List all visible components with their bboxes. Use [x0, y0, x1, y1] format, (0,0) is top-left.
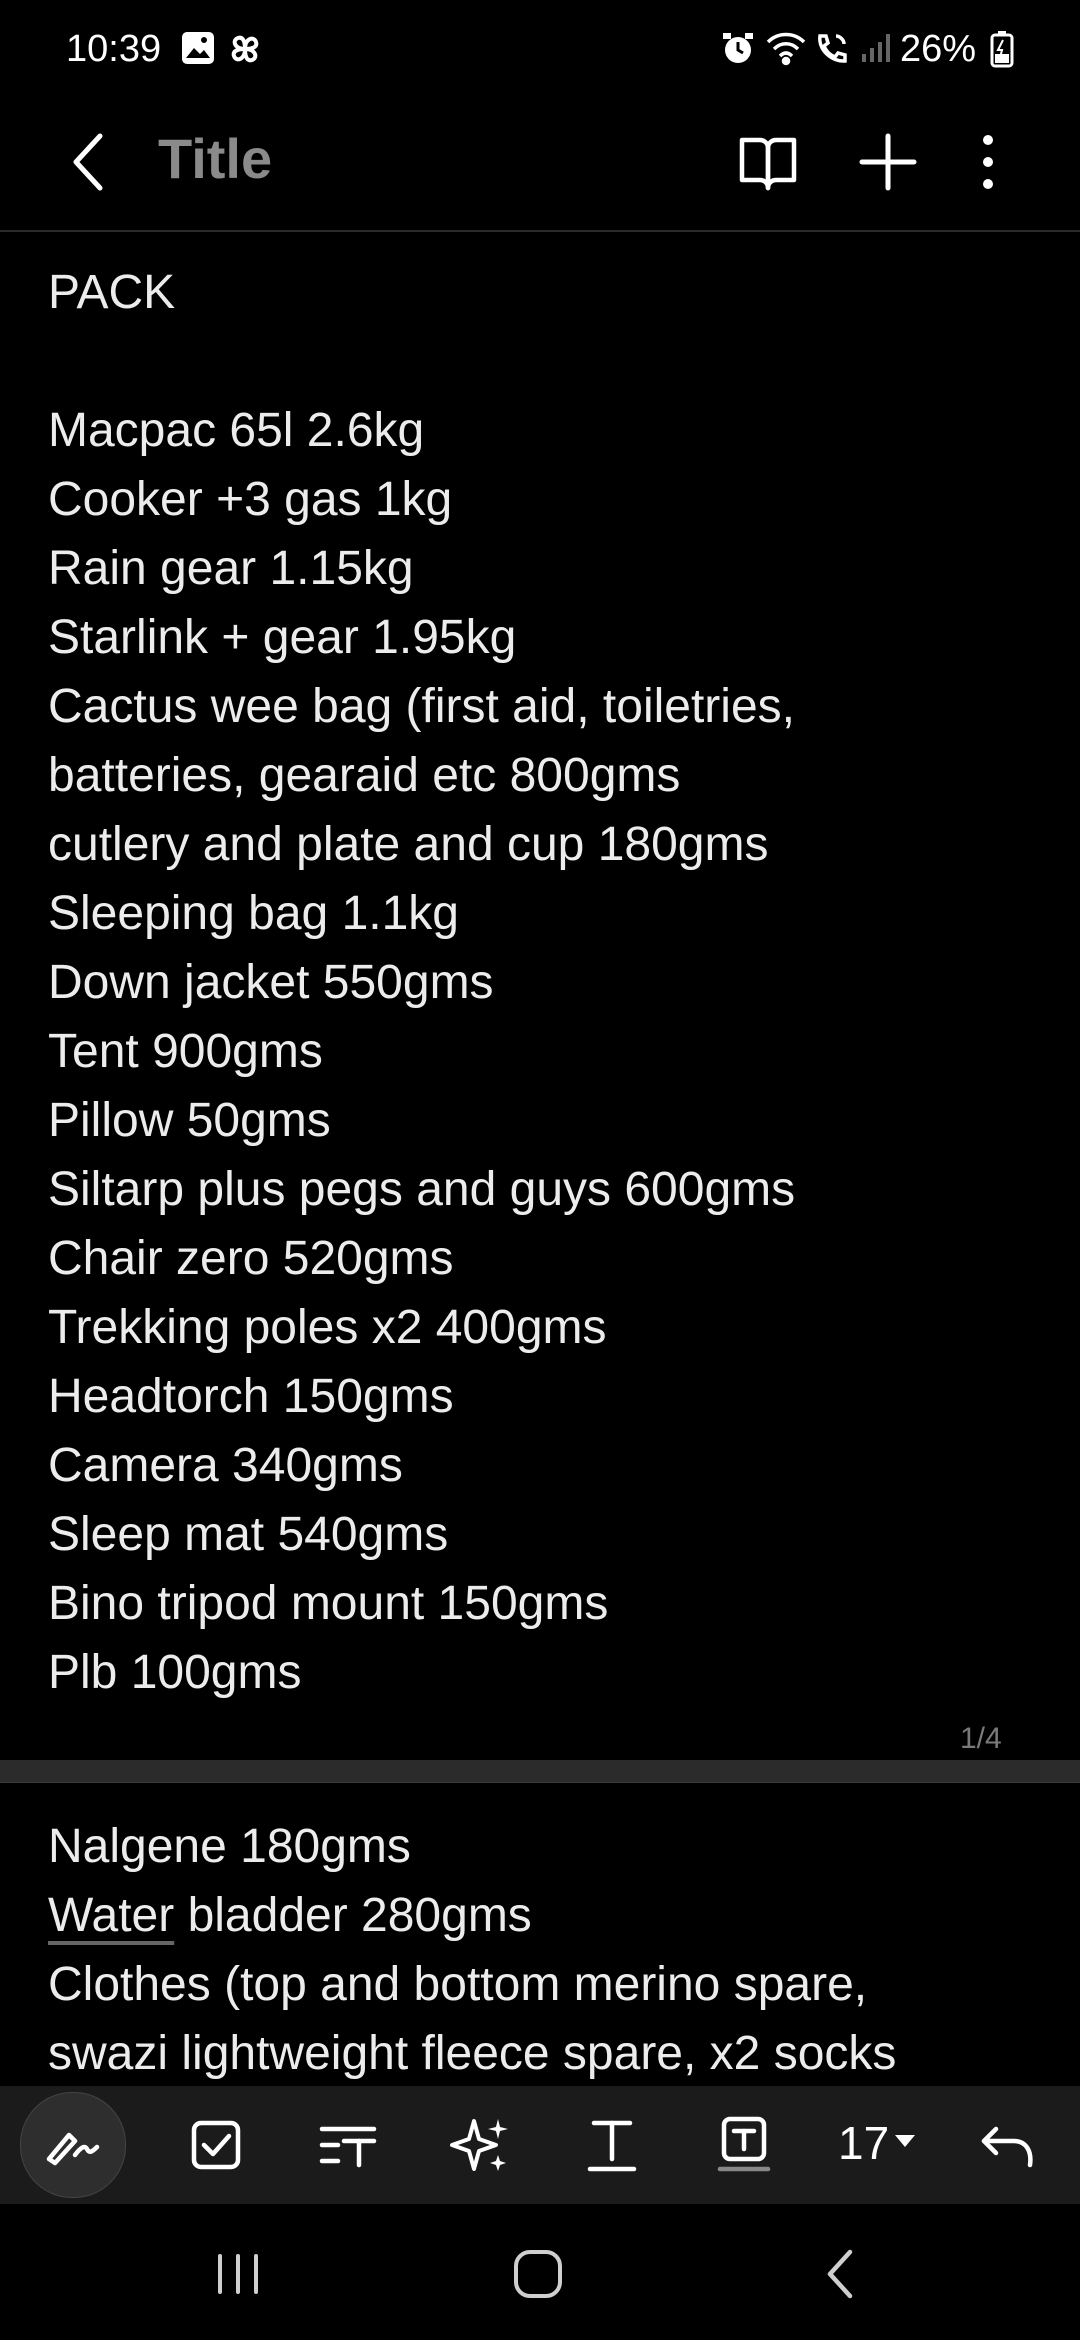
status-bar: 10:39 26%: [0, 0, 1080, 100]
note-line: batteries, gearaid etc 800gms: [48, 749, 681, 802]
note-line: cutlery and plate and cup 180gms: [48, 818, 769, 871]
header-divider: [0, 230, 1080, 232]
text-style-icon[interactable]: [308, 2105, 388, 2185]
wifi-icon: [764, 30, 808, 76]
note-line: Water bladder 280gms: [48, 1881, 1048, 1950]
undo-icon[interactable]: [968, 2105, 1048, 2185]
pen-button[interactable]: [20, 2092, 126, 2198]
note-line: Headtorch 150gms: [48, 1370, 454, 1423]
wifi-calling-icon: [812, 30, 852, 76]
page-indicator: 1/4: [960, 1722, 1002, 1755]
note-page-2[interactable]: Nalgene 180gms Water bladder 280gms Clot…: [48, 1812, 1048, 2088]
pinwheel-icon: [226, 30, 264, 78]
note-line: Tent 900gms: [48, 1025, 323, 1078]
back-icon[interactable]: [60, 122, 120, 202]
font-size-value[interactable]: 17: [838, 2116, 889, 2170]
add-icon[interactable]: [848, 122, 928, 202]
text-box-icon[interactable]: [704, 2105, 784, 2185]
text-format-icon[interactable]: [572, 2105, 652, 2185]
checkbox-icon[interactable]: [176, 2105, 256, 2185]
battery-icon: [990, 30, 1014, 78]
home-icon[interactable]: [508, 2244, 568, 2304]
note-title[interactable]: Title: [158, 126, 272, 191]
pen-icon: [33, 2105, 113, 2185]
page-separator: [0, 1760, 1080, 1783]
note-line: Siltarp plus pegs and guys 600gms: [48, 1163, 796, 1216]
note-line: Cooker +3 gas 1kg: [48, 473, 453, 526]
ai-sparkle-icon[interactable]: [440, 2105, 520, 2185]
note-line: Sleeping bag 1.1kg: [48, 887, 459, 940]
editing-toolbar: 17: [0, 2086, 1080, 2204]
note-line: Cactus wee bag (first aid, toiletries,: [48, 680, 795, 733]
note-line: [48, 327, 1048, 396]
note-line: Clothes (top and bottom merino spare,: [48, 1958, 868, 2011]
more-icon[interactable]: [948, 122, 1028, 202]
signal-icon: [858, 30, 894, 76]
note-line: Nalgene 180gms: [48, 1820, 411, 1873]
note-line: Macpac 65l 2.6kg: [48, 404, 425, 457]
status-time: 10:39: [66, 28, 162, 70]
recents-icon[interactable]: [208, 2244, 268, 2304]
note-line-rest: bladder 280gms: [174, 1889, 532, 1942]
note-line: Plb 100gms: [48, 1646, 302, 1699]
note-line: Bino tripod mount 150gms: [48, 1577, 609, 1630]
note-line: Rain gear 1.15kg: [48, 542, 414, 595]
alarm-icon: [720, 30, 756, 76]
note-page-1[interactable]: PACK Macpac 65l 2.6kg Cooker +3 gas 1kg …: [48, 258, 1048, 1707]
reading-mode-icon[interactable]: [728, 122, 808, 202]
spellcheck-word[interactable]: Water: [48, 1889, 174, 1942]
note-line: Starlink + gear 1.95kg: [48, 611, 517, 664]
note-line: PACK: [48, 266, 176, 319]
note-line: Camera 340gms: [48, 1439, 403, 1492]
font-size-dropdown-icon[interactable]: [893, 2133, 917, 2154]
system-nav-bar: [0, 2204, 1080, 2340]
note-line: Sleep mat 540gms: [48, 1508, 449, 1561]
note-line: swazi lightweight fleece spare, x2 socks: [48, 2027, 897, 2080]
back-nav-icon[interactable]: [812, 2244, 872, 2304]
note-line: Pillow 50gms: [48, 1094, 331, 1147]
battery-level: 26%: [900, 28, 977, 70]
note-header: Title: [0, 100, 1080, 230]
gallery-icon: [180, 30, 216, 76]
note-line: Chair zero 520gms: [48, 1232, 454, 1285]
note-line: Down jacket 550gms: [48, 956, 494, 1009]
note-line: Trekking poles x2 400gms: [48, 1301, 607, 1354]
